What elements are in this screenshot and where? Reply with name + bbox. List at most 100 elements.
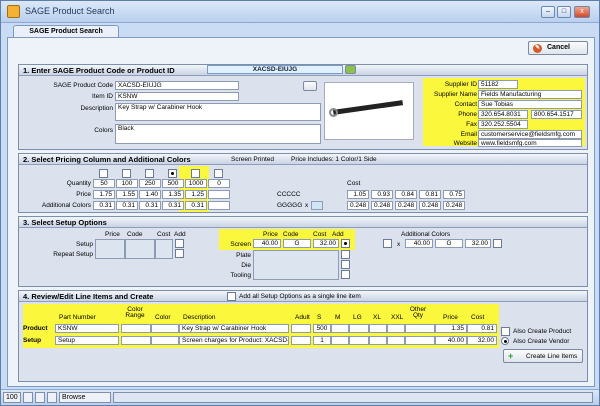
price-field-5[interactable] [208,190,230,199]
qty-field-0[interactable]: 50 [93,179,115,188]
addl-cost-field-1[interactable]: 0.248 [371,201,393,210]
row-1-m[interactable] [331,336,349,345]
item-id-field[interactable]: KSNW [115,92,239,101]
screen-add-checkbox[interactable] [341,239,350,248]
search-icon[interactable] [303,81,317,91]
addl-cost-field[interactable]: 32.00 [465,239,491,248]
setup-price[interactable] [95,239,125,259]
cost-field-1[interactable]: 0.93 [371,190,393,199]
cost-field-3[interactable]: 0.81 [419,190,441,199]
row-1-color-range[interactable] [121,336,151,345]
cost-field-2[interactable]: 0.84 [395,190,417,199]
layout-icon[interactable] [47,392,57,403]
qty-field-5[interactable]: 0 [208,179,230,188]
addl-cost-field-2[interactable]: 0.248 [395,201,417,210]
also-create-product-checkbox[interactable] [501,327,510,336]
price-column-1-select[interactable] [122,169,131,178]
qty-field-2[interactable]: 250 [139,179,161,188]
plate-add-checkbox[interactable] [341,250,350,259]
row-0-lg[interactable] [349,324,369,333]
setup-add-checkbox[interactable] [175,239,184,248]
row-1-color[interactable] [151,336,179,345]
price-field-4[interactable]: 1.25 [185,190,207,199]
cost-field-0[interactable]: 1.05 [347,190,369,199]
addl-cost-field-0[interactable]: 0.248 [347,201,369,210]
zoom-out-icon[interactable] [23,392,33,403]
addl-field-5[interactable] [208,201,230,210]
close-button[interactable]: x [574,6,590,18]
colors-field[interactable]: Black [115,124,321,144]
supplier-name-field[interactable]: Fields Manufacturing [478,90,582,99]
setup-cost[interactable] [155,239,173,259]
qty-field-3[interactable]: 500 [162,179,184,188]
row-1-other[interactable] [405,336,435,345]
row-1-part[interactable]: Setup [55,336,119,345]
row-0-adult[interactable] [291,324,311,333]
addl-cost-field-4[interactable]: 0.248 [443,201,465,210]
minimize-button[interactable]: – [541,6,555,18]
addl-price-field[interactable]: 40.00 [405,239,433,248]
phone2-field[interactable]: 800.654.1517 [531,110,582,119]
addl-cost-field-3[interactable]: 0.248 [419,201,441,210]
add-all-setup-checkbox[interactable] [227,292,236,301]
price-column-3-select[interactable] [168,169,177,178]
price-field-2[interactable]: 1.40 [139,190,161,199]
row-0-other[interactable] [405,324,435,333]
row-0-s[interactable]: 500 [313,324,331,333]
contact-field[interactable]: Sue Tobias [478,100,582,109]
zoom-level[interactable]: 100 [3,392,21,403]
qty-field-4[interactable]: 1000 [185,179,207,188]
price-column-5-select[interactable] [214,169,223,178]
price-column-4-select[interactable] [191,169,200,178]
row-0-price[interactable]: 1.35 [435,324,467,333]
row-1-xxl[interactable] [387,336,405,345]
price-column-2-select[interactable] [145,169,154,178]
qty-field-1[interactable]: 100 [116,179,138,188]
addl-code-field[interactable]: G [435,239,463,248]
addl-field-2[interactable]: 0.31 [139,201,161,210]
email-field[interactable]: customerservice@fieldsmfg.com [478,130,582,139]
setup-code[interactable] [125,239,155,259]
row-0-cost[interactable]: 0.81 [467,324,497,333]
row-1-description[interactable]: Screen charges for Product: XACSD- [179,336,289,345]
row-1-price[interactable]: 40.00 [435,336,467,345]
cost-field-4[interactable]: 0.75 [443,190,465,199]
screen-price-field[interactable]: 40.00 [253,239,281,248]
addl-add-checkbox[interactable] [493,239,502,248]
screen-cost-field[interactable]: 32.00 [313,239,339,248]
create-line-items-button[interactable]: + Create Line Items [503,349,583,363]
row-0-xl[interactable] [369,324,387,333]
row-1-xl[interactable] [369,336,387,345]
row-0-m[interactable] [331,324,349,333]
addl-field-0[interactable]: 0.31 [93,201,115,210]
row-1-s[interactable]: 1 [313,336,331,345]
row-1-cost[interactable]: 32.00 [467,336,497,345]
row-0-color[interactable] [151,324,179,333]
row-1-lg[interactable] [349,336,369,345]
also-create-vendor-radio[interactable] [501,337,509,345]
supplier-id-field[interactable]: 51182 [478,80,518,89]
addl-colors-qty-field[interactable] [383,239,392,248]
maximize-button[interactable]: □ [557,6,571,18]
horizontal-scrollbar[interactable] [113,392,593,403]
addl-field-4[interactable]: 0.31 [185,201,207,210]
other-setup-fields[interactable] [253,250,339,280]
addl-colors-count[interactable] [311,201,323,210]
addl-field-3[interactable]: 0.31 [162,201,184,210]
product-code-field[interactable]: XACSD-EIUJG [115,81,239,90]
row-0-description[interactable]: Key Strap w/ Carabiner Hook [179,324,289,333]
row-0-xxl[interactable] [387,324,405,333]
die-add-checkbox[interactable] [341,260,350,269]
product-code-search-input[interactable]: XACSD-EIUJG [207,65,343,74]
description-field[interactable]: Key Strap w/ Carabiner Hook [115,103,321,121]
price-field-0[interactable]: 1.75 [93,190,115,199]
repeat-setup-add-checkbox[interactable] [175,249,184,258]
row-0-part[interactable]: KSNW [55,324,119,333]
row-0-color-range[interactable] [121,324,151,333]
go-icon[interactable] [345,65,356,74]
phone1-field[interactable]: 320.654.8031 [478,110,528,119]
mode-select[interactable]: Browse [59,392,111,403]
price-column-0-select[interactable] [99,169,108,178]
tooling-add-checkbox[interactable] [341,270,350,279]
website-field[interactable]: www.fieldsmfg.com [478,139,582,147]
